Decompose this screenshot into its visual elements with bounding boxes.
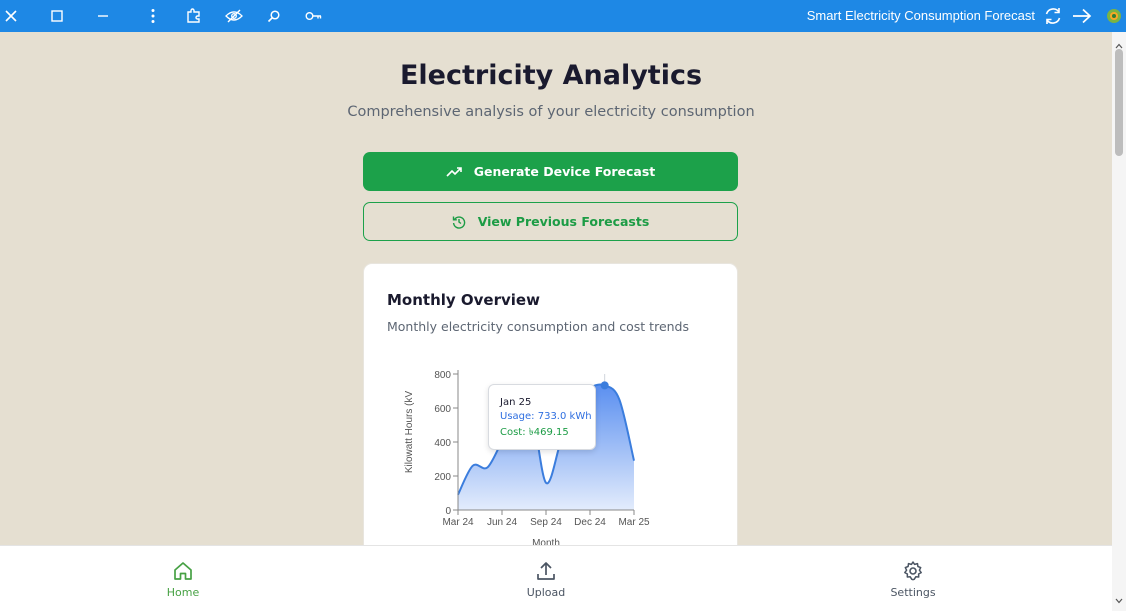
generate-forecast-label: Generate Device Forecast [473, 164, 656, 179]
tooltip-cost: Cost: ৳469.15 [500, 425, 595, 442]
refresh-icon[interactable] [1042, 5, 1064, 27]
bottom-navigation: Home Upload Settings [0, 545, 1112, 611]
chart-tooltip: Jan 25 Usage: 733.0 kWh Cost: ৳469.15 [488, 384, 596, 450]
trending-up-icon [446, 166, 462, 178]
scroll-thumb[interactable] [1115, 49, 1123, 156]
vertical-scrollbar[interactable] [1112, 32, 1126, 611]
profile-icon[interactable] [1103, 5, 1125, 27]
scroll-down-icon[interactable] [1115, 591, 1123, 609]
y-tick-label: 800 [434, 370, 451, 381]
extension-icon[interactable] [183, 5, 205, 27]
monthly-overview-card: Monthly Overview Monthly electricity con… [363, 263, 738, 545]
nav-upload-label: Upload [526, 586, 566, 599]
forward-arrow-icon[interactable] [1071, 5, 1093, 27]
tooltip-usage: Usage: 733.0 kWh [500, 411, 595, 422]
tooltip-month: Jan 25 [500, 397, 532, 408]
main-content: Electricity Analytics Comprehensive anal… [0, 32, 1112, 545]
tooltip-cost-label: Cost: [500, 427, 526, 438]
y-tick-label: 0 [445, 506, 451, 517]
gear-icon [904, 561, 922, 581]
search-icon[interactable] [263, 5, 285, 27]
nav-home[interactable]: Home [123, 560, 243, 599]
nav-home-label: Home [166, 586, 200, 599]
minimize-icon[interactable] [92, 5, 114, 27]
view-previous-forecasts-button[interactable]: View Previous Forecasts [363, 202, 738, 241]
close-icon[interactable] [0, 5, 22, 27]
page-title: Electricity Analytics [399, 60, 703, 91]
generate-forecast-button[interactable]: Generate Device Forecast [363, 152, 738, 191]
window-title: Smart Electricity Consumption Forecast [806, 8, 1035, 23]
y-tick-label: 400 [434, 438, 451, 449]
y-tick-label: 200 [434, 472, 451, 483]
active-point-dot [600, 381, 609, 390]
key-icon[interactable] [303, 5, 325, 27]
y-tick-label: 600 [434, 404, 451, 415]
upload-icon [537, 562, 555, 580]
nav-settings-label: Settings [890, 586, 936, 599]
page-subtitle: Comprehensive analysis of your electrici… [347, 104, 755, 120]
x-tick-label: Sep 24 [530, 517, 562, 528]
x-axis-label: Month [532, 538, 560, 545]
top-bar: Smart Electricity Consumption Forecast [0, 0, 1126, 32]
view-previous-label: View Previous Forecasts [477, 214, 650, 229]
history-icon [452, 215, 466, 229]
x-tick-label: Dec 24 [574, 517, 606, 528]
x-tick-label: Jun 24 [487, 517, 517, 528]
tooltip-usage-label: Usage: [500, 411, 535, 422]
maximize-icon[interactable] [46, 5, 68, 27]
nav-upload[interactable]: Upload [486, 560, 606, 599]
y-axis-label: Kilowatt Hours (kV [404, 391, 415, 474]
nav-settings[interactable]: Settings [853, 560, 973, 599]
eye-off-icon[interactable] [223, 5, 245, 27]
more-menu-icon[interactable] [142, 5, 164, 27]
x-tick-label: Mar 25 [618, 517, 650, 528]
tooltip-cost-value: ৳469.15 [528, 427, 569, 438]
home-icon [174, 562, 192, 580]
x-tick-label: Mar 24 [442, 517, 474, 528]
tooltip-usage-value: 733.0 kWh [537, 411, 592, 422]
